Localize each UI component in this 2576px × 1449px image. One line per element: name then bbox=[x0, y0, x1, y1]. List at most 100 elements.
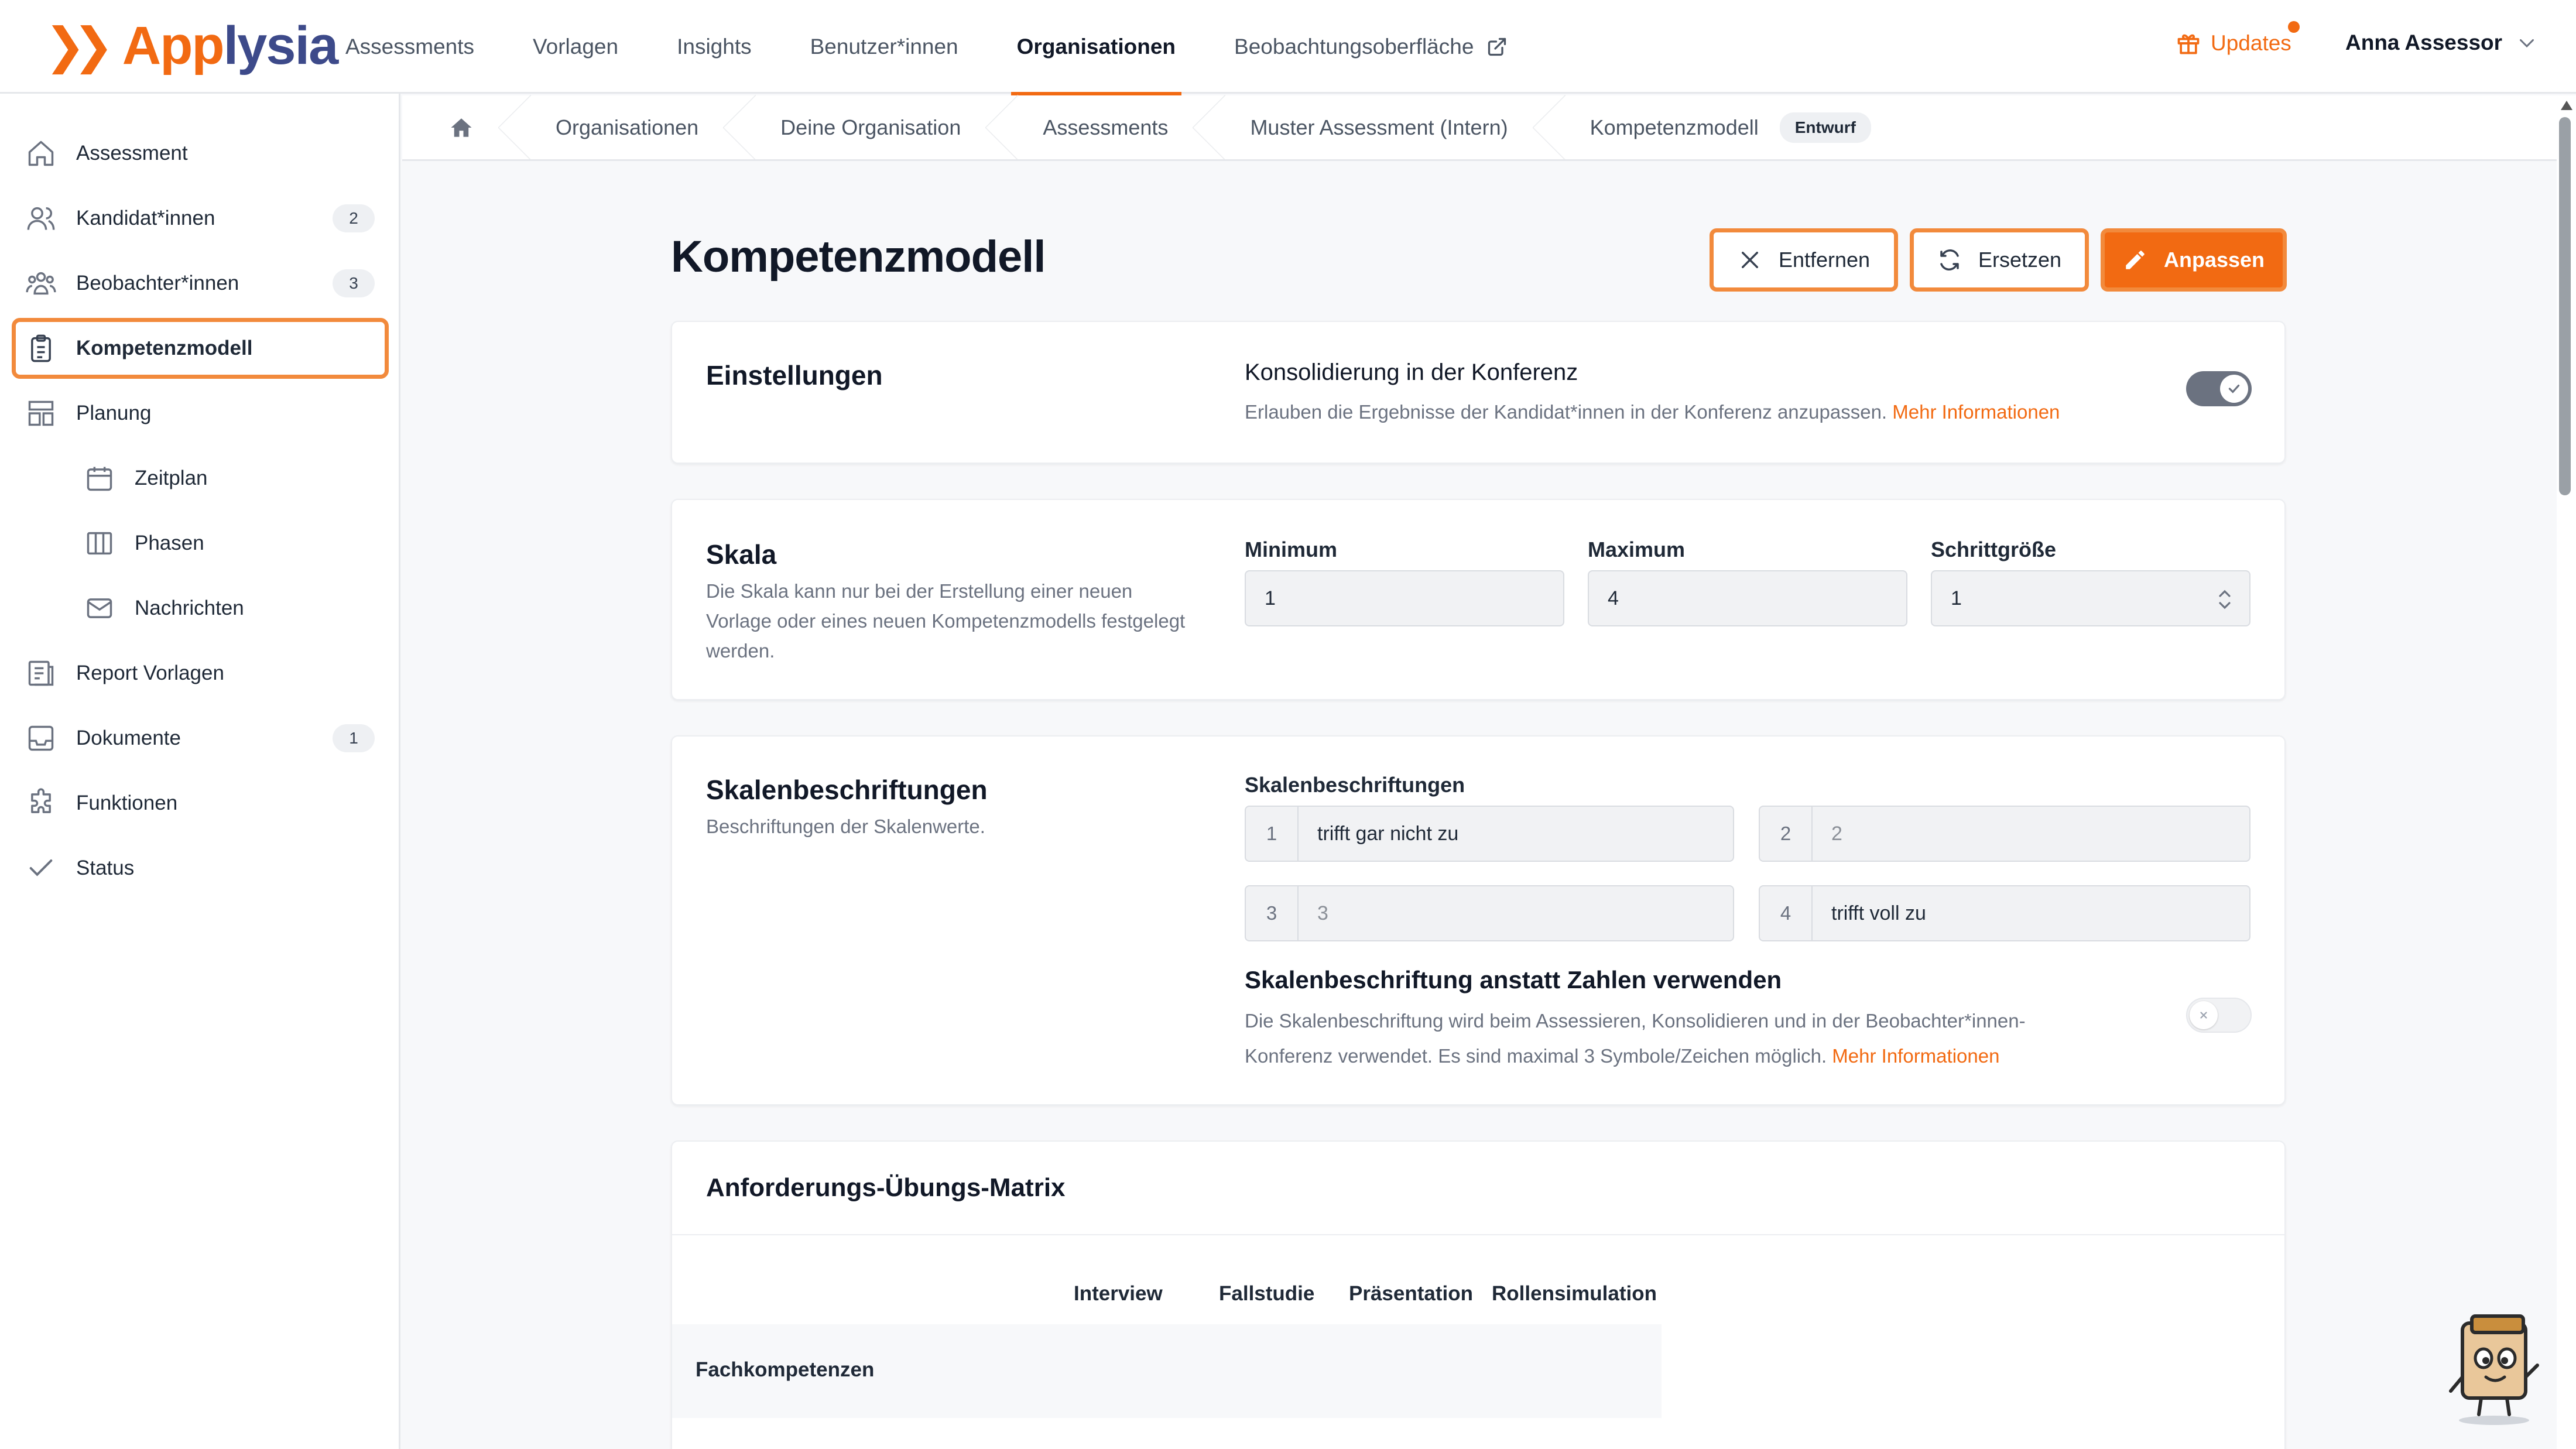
check-icon bbox=[2228, 384, 2240, 393]
sidebar-item-label: Beobachter*innen bbox=[76, 272, 239, 294]
use-labels-description: Die Skalenbeschriftung wird beim Assessi… bbox=[1245, 1003, 2026, 1074]
sidebar-item-report-vorlagen[interactable]: Report Vorlagen bbox=[12, 643, 389, 704]
count-badge: 1 bbox=[333, 724, 375, 752]
page-title: Kompetenzmodell bbox=[671, 232, 1046, 282]
sidebar-item-kompetenzmodell[interactable]: Kompetenzmodell bbox=[12, 318, 389, 379]
count-badge: 3 bbox=[333, 269, 375, 297]
use-labels-description-text: Konferenz verwendet. Es sind maximal 3 S… bbox=[1245, 1045, 1827, 1067]
sidebar-item-kandidatinnen[interactable]: Kandidat*innen 2 bbox=[12, 188, 389, 249]
clipboard-icon bbox=[25, 332, 57, 365]
scale-title: Skala bbox=[706, 539, 777, 570]
scrollbar-thumb[interactable] bbox=[2559, 117, 2571, 495]
sidebar: Assessment Kandidat*innen 2 Beobachter*i… bbox=[0, 94, 400, 1449]
scale-value-number: 2 bbox=[1760, 807, 1813, 861]
sidebar-item-beobachterinnen[interactable]: Beobachter*innen 3 bbox=[12, 253, 389, 314]
scale-label-field-4[interactable]: 4 trifft voll zu bbox=[1759, 885, 2250, 941]
minimum-field[interactable]: 1 bbox=[1245, 570, 1564, 626]
sidebar-item-assessment[interactable]: Assessment bbox=[12, 123, 389, 184]
matrix-group-row: Fachkompetenzen bbox=[672, 1324, 1662, 1418]
nav-beobachtungsoberflaeche-label: Beobachtungsoberfläche bbox=[1234, 35, 1474, 59]
nav-organisationen[interactable]: Organisationen bbox=[988, 0, 1205, 95]
scale-description-line: werden. bbox=[706, 640, 775, 662]
scale-labels-card: Skalenbeschriftungen Beschriftungen der … bbox=[671, 735, 2286, 1105]
scale-label-field-3[interactable]: 3 3 bbox=[1245, 885, 1734, 941]
matrix-column-fallstudie: Fallstudie bbox=[1219, 1282, 1315, 1305]
sidebar-item-label: Dokumente bbox=[76, 727, 181, 749]
count-badge: 2 bbox=[333, 204, 375, 232]
matrix-card: Anforderungs-Übungs-Matrix Interview Fal… bbox=[671, 1140, 2286, 1449]
sidebar-item-label: Report Vorlagen bbox=[76, 662, 224, 684]
scale-card: Skala Die Skala kann nur bei der Erstell… bbox=[671, 499, 2286, 700]
group-icon bbox=[25, 267, 57, 300]
sidebar-item-funktionen[interactable]: Funktionen bbox=[12, 773, 389, 834]
status-badge: Entwurf bbox=[1779, 112, 1871, 143]
user-menu[interactable]: Anna Assessor bbox=[2345, 30, 2537, 55]
stepper-arrows-icon[interactable] bbox=[2218, 585, 2232, 614]
scale-label-value: trifft voll zu bbox=[1831, 902, 1926, 924]
use-labels-title: Skalenbeschriftung anstatt Zahlen verwen… bbox=[1245, 966, 1782, 994]
sidebar-item-label: Nachrichten bbox=[135, 597, 244, 619]
matrix-column-praesentation: Präsentation bbox=[1349, 1282, 1473, 1305]
breadcrumb: Organisationen Deine Organisation Assess… bbox=[402, 94, 2557, 161]
minimum-label: Minimum bbox=[1245, 537, 1337, 561]
step-size-stepper[interactable]: 1 bbox=[1931, 570, 2250, 626]
external-link-icon bbox=[1488, 37, 1506, 56]
more-info-link[interactable]: Mehr Informationen bbox=[1892, 401, 2060, 423]
sidebar-item-label: Zeitplan bbox=[135, 467, 208, 489]
replace-button-label: Ersetzen bbox=[1978, 248, 2062, 272]
inbox-icon bbox=[25, 722, 57, 755]
more-info-link[interactable]: Mehr Informationen bbox=[1832, 1045, 1999, 1067]
sidebar-item-status[interactable]: Status bbox=[12, 838, 389, 899]
breadcrumb-home[interactable] bbox=[402, 94, 531, 160]
breadcrumb-muster-assessment[interactable]: Muster Assessment (Intern) bbox=[1209, 94, 1566, 160]
sidebar-item-dokumente[interactable]: Dokumente 1 bbox=[12, 708, 389, 769]
chevron-down-icon bbox=[2520, 39, 2534, 48]
calendar-icon bbox=[83, 462, 116, 495]
scale-description-line: Vorlage oder eines neuen Kompetenzmodell… bbox=[706, 610, 1186, 632]
breadcrumb-assessments[interactable]: Assessments bbox=[1002, 94, 1226, 160]
home-icon bbox=[451, 118, 472, 137]
matrix-column-interview: Interview bbox=[1074, 1282, 1163, 1305]
updates-notification-dot bbox=[2288, 21, 2300, 33]
scale-labels-title: Skalenbeschriftungen bbox=[706, 775, 988, 805]
scale-value-number: 3 bbox=[1246, 886, 1299, 940]
sidebar-item-nachrichten[interactable]: Nachrichten bbox=[12, 578, 389, 639]
nav-vorlagen[interactable]: Vorlagen bbox=[503, 0, 648, 94]
swap-icon bbox=[1940, 249, 1959, 270]
sidebar-item-planung[interactable]: Planung bbox=[12, 383, 389, 444]
nav-assessments[interactable]: Assessments bbox=[316, 0, 503, 94]
scroll-up-arrow-icon[interactable] bbox=[2561, 101, 2572, 110]
scale-description-line: Die Skala kann nur bei der Erstellung ei… bbox=[706, 580, 1133, 602]
toggle-knob bbox=[2190, 1001, 2218, 1029]
scale-labels-field-label: Skalenbeschriftungen bbox=[1245, 773, 1465, 797]
maximum-label: Maximum bbox=[1588, 537, 1686, 561]
close-icon bbox=[2200, 1012, 2207, 1019]
use-labels-toggle[interactable] bbox=[2186, 998, 2252, 1033]
scale-label-field-2[interactable]: 2 2 bbox=[1759, 806, 2250, 862]
scale-label-field-1[interactable]: 1 trifft gar nicht zu bbox=[1245, 806, 1734, 862]
nav-beobachtungsoberflaeche[interactable]: Beobachtungsoberfläche bbox=[1205, 0, 1537, 94]
remove-button[interactable]: Entfernen bbox=[1710, 228, 1898, 292]
consolidation-toggle[interactable] bbox=[2186, 371, 2252, 406]
replace-button[interactable]: Ersetzen bbox=[1910, 228, 2089, 292]
breadcrumb-organisationen[interactable]: Organisationen bbox=[515, 94, 756, 160]
mail-icon bbox=[83, 592, 116, 625]
sidebar-item-label: Funktionen bbox=[76, 792, 178, 814]
nav-insights[interactable]: Insights bbox=[648, 0, 781, 94]
updates-button[interactable]: Updates bbox=[2176, 21, 2300, 56]
sidebar-item-label: Kandidat*innen bbox=[76, 207, 215, 229]
maximum-field[interactable]: 4 bbox=[1588, 570, 1907, 626]
sidebar-item-zeitplan[interactable]: Zeitplan bbox=[12, 448, 389, 509]
sidebar-item-label: Planung bbox=[76, 402, 152, 424]
applysia-logo[interactable]: ❯❯ App lysia bbox=[44, 16, 338, 75]
breadcrumb-deine-organisation[interactable]: Deine Organisation bbox=[739, 94, 1019, 160]
adjust-button[interactable]: Anpassen bbox=[2101, 228, 2287, 292]
home-icon bbox=[25, 137, 57, 170]
sidebar-item-phasen[interactable]: Phasen bbox=[12, 513, 389, 574]
logo-chevrons-icon: ❯❯ bbox=[44, 18, 114, 73]
consolidation-description-text: Erlauben die Ergebnisse der Kandidat*inn… bbox=[1245, 401, 1888, 423]
users-icon bbox=[25, 202, 57, 235]
nav-benutzer[interactable]: Benutzer*innen bbox=[781, 0, 988, 94]
sidebar-item-label: Status bbox=[76, 857, 135, 879]
assistant-mascot-icon[interactable] bbox=[2441, 1309, 2547, 1426]
